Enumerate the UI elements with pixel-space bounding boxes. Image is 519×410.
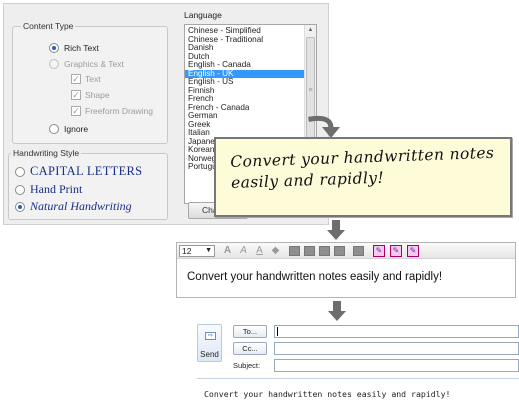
- underline-icon[interactable]: A: [253, 245, 266, 257]
- freeform-option-label: Freeform Drawing: [85, 106, 154, 116]
- handwriting-style-group: Handwriting Style CAPITAL LETTERS Hand P…: [8, 148, 168, 220]
- send-button[interactable]: ⇨ Send: [197, 324, 222, 362]
- rich-text-option[interactable]: Rich Text: [49, 43, 99, 53]
- shape-option-label: Shape: [85, 90, 110, 100]
- graphics-text-option[interactable]: Graphics & Text: [49, 59, 124, 69]
- natural-handwriting-option[interactable]: Natural Handwriting: [15, 199, 132, 214]
- list-icon[interactable]: [353, 246, 364, 256]
- capital-letters-option[interactable]: CAPITAL LETTERS: [15, 164, 142, 179]
- to-field[interactable]: [274, 325, 519, 338]
- formatting-toolbar: 12 ▼ A A A ◆ ✎ ✎ ✎: [177, 243, 515, 259]
- font-size-select[interactable]: 12 ▼: [179, 245, 215, 257]
- ignore-radio[interactable]: [49, 124, 59, 134]
- cc-button[interactable]: Cc...: [233, 342, 267, 355]
- ignore-label: Ignore: [64, 124, 89, 134]
- handwriting-note: Convert your handwritten notes easily an…: [214, 137, 512, 217]
- text-option-label: Text: [85, 74, 101, 84]
- down-arrow-icon: [327, 220, 345, 240]
- content-type-label: Content Type: [21, 21, 76, 31]
- text-option[interactable]: ✓ Text: [71, 74, 101, 84]
- rich-text-radio[interactable]: [49, 43, 59, 53]
- shape-checkbox[interactable]: ✓: [71, 90, 81, 100]
- ink-settings-icon[interactable]: ✎: [407, 245, 419, 257]
- capital-letters-radio[interactable]: [15, 166, 25, 177]
- justify-icon[interactable]: [334, 246, 345, 256]
- handwriting-style-label: Handwriting Style: [11, 148, 82, 158]
- text-cursor: [277, 327, 278, 336]
- editor-text[interactable]: Convert your handwritten notes easily an…: [187, 271, 442, 283]
- note-text: Convert your handwritten notes easily an…: [230, 143, 495, 194]
- ink-convert-icon[interactable]: ✎: [373, 245, 385, 257]
- natural-handwriting-radio[interactable]: [15, 201, 25, 212]
- rich-text-label: Rich Text: [64, 43, 99, 53]
- email-compose: ⇨ Send To... Cc... Subject: Convert your…: [197, 321, 519, 407]
- language-label: Language: [184, 10, 222, 20]
- shape-option[interactable]: ✓ Shape: [71, 90, 110, 100]
- envelope-icon: ⇨: [205, 332, 216, 340]
- send-label: Send: [200, 350, 219, 359]
- freeform-checkbox[interactable]: ✓: [71, 106, 81, 116]
- capital-letters-label: CAPITAL LETTERS: [30, 164, 143, 178]
- grip-icon: ≡: [308, 87, 313, 94]
- hand-print-option[interactable]: Hand Print: [15, 182, 82, 197]
- subject-label: Subject:: [233, 361, 261, 370]
- ignore-option[interactable]: Ignore: [49, 124, 88, 134]
- align-left-icon[interactable]: [289, 246, 300, 256]
- subject-field[interactable]: [274, 359, 519, 372]
- graphics-text-label: Graphics & Text: [64, 59, 124, 69]
- to-button[interactable]: To...: [233, 325, 267, 338]
- content-type-group: Content Type Rich Text Graphics & Text ✓…: [12, 21, 168, 144]
- chevron-down-icon[interactable]: ▼: [205, 246, 212, 256]
- email-body[interactable]: Convert your handwritten notes easily an…: [197, 378, 519, 407]
- text-editor: 12 ▼ A A A ◆ ✎ ✎ ✎ Convert your handwrit…: [176, 242, 516, 298]
- text-checkbox[interactable]: ✓: [71, 74, 81, 84]
- font-size-value: 12: [182, 246, 192, 256]
- ink-insert-icon[interactable]: ✎: [390, 245, 402, 257]
- freeform-option[interactable]: ✓ Freeform Drawing: [71, 106, 153, 116]
- align-center-icon[interactable]: [304, 246, 315, 256]
- hand-print-label: Hand Print: [30, 182, 83, 196]
- highlight-icon[interactable]: ◆: [269, 245, 282, 257]
- align-right-icon[interactable]: [319, 246, 330, 256]
- graphics-text-radio[interactable]: [49, 59, 59, 69]
- scroll-up-icon[interactable]: ▲: [305, 25, 316, 36]
- italic-icon[interactable]: A: [237, 245, 250, 257]
- natural-handwriting-label: Natural Handwriting: [30, 199, 132, 213]
- hand-print-radio[interactable]: [15, 184, 25, 195]
- email-body-text: Convert your handwritten notes easily an…: [204, 389, 451, 399]
- cc-field[interactable]: [274, 342, 519, 355]
- bold-icon[interactable]: A: [221, 245, 234, 257]
- down-arrow-icon: [328, 301, 346, 321]
